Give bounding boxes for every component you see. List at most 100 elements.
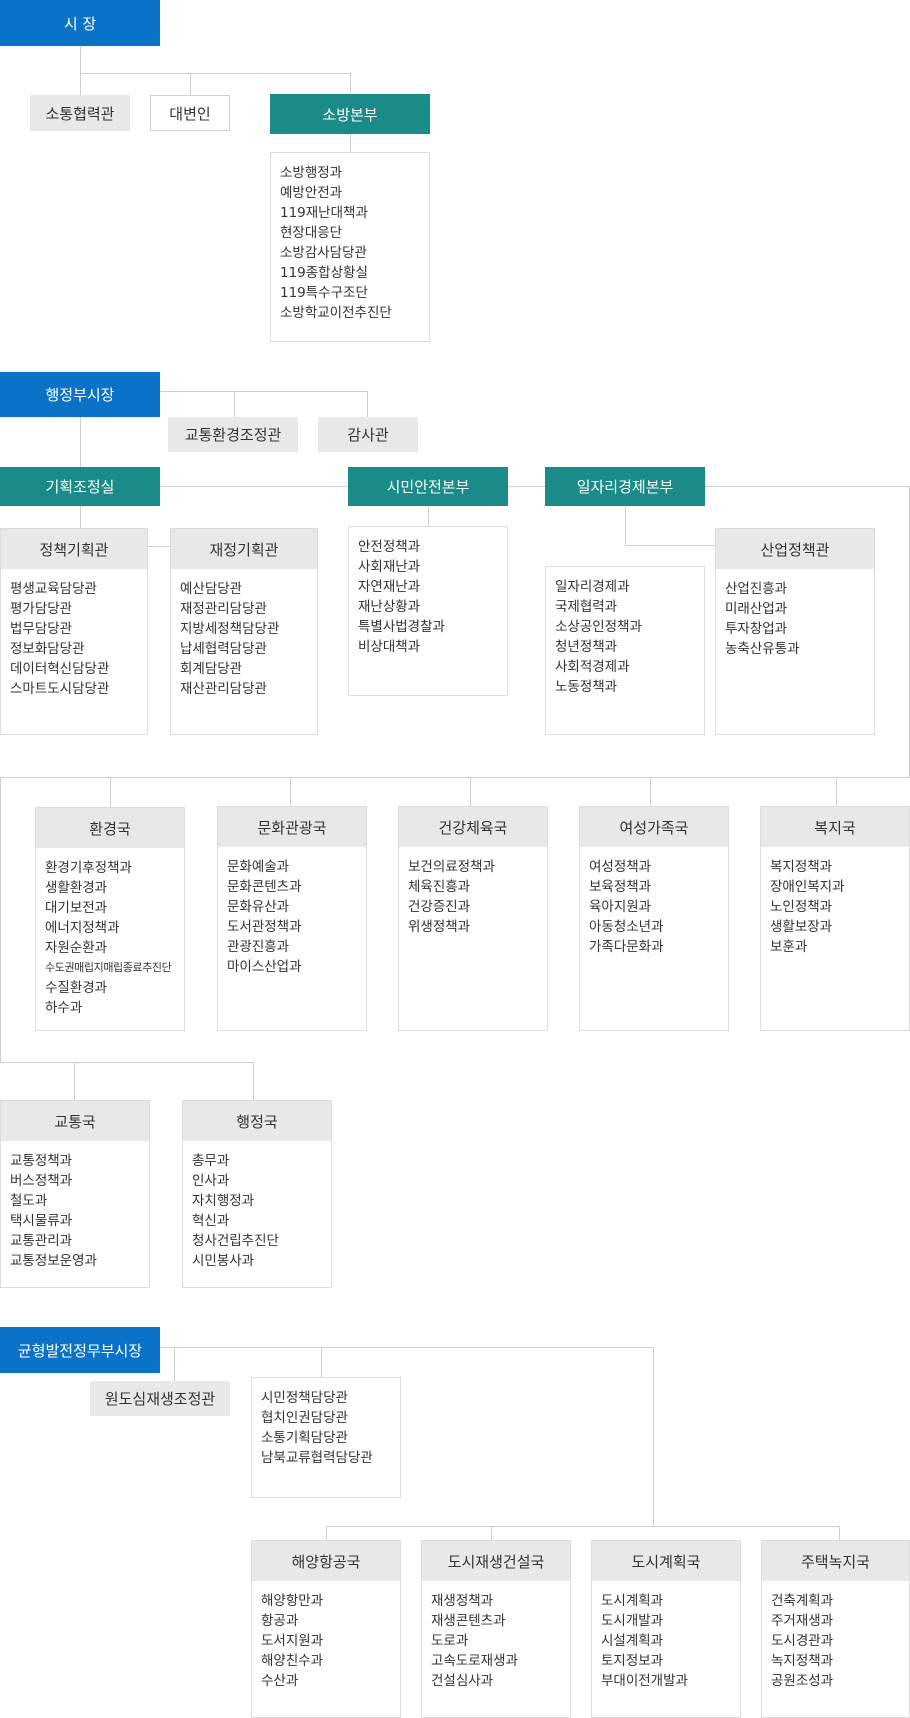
- list-item: 데이터혁신담당관: [10, 661, 110, 677]
- list-item: 도시경관과: [771, 1633, 834, 1649]
- list-item: 에너지정책과: [45, 920, 120, 936]
- list-item: 버스정책과: [10, 1173, 73, 1189]
- list-item: 농축산유통과: [725, 641, 800, 657]
- list-item: 문화콘텐츠과: [227, 879, 302, 895]
- list-item: 철도과: [10, 1193, 48, 1209]
- list-item: 환경기후정책과: [45, 860, 132, 876]
- culture-tourism-bureau-box: 문화관광국 문화예술과 문화콘텐츠과 문화유산과 도서관정책과 관광진흥과 마이…: [217, 806, 367, 1031]
- list-item: 문화예술과: [227, 859, 290, 875]
- list-item: 스마트도시담당관: [10, 681, 110, 697]
- list-item: 체육진흥과: [408, 879, 471, 895]
- jobs-economy-hq-header: 일자리경제본부: [545, 467, 705, 506]
- list-item: 자치행정과: [192, 1193, 255, 1209]
- list-item: 예산담당관: [180, 581, 243, 597]
- list-item: 평가담당관: [10, 601, 73, 617]
- list-item: 교통정보운영과: [10, 1253, 97, 1269]
- list-item: 소방감사담당관: [280, 245, 367, 261]
- finance-planning-title: 재정기획관: [171, 529, 317, 569]
- urban-planning-bureau-title: 도시계획국: [592, 1541, 740, 1581]
- list-item: 소상공인정책과: [555, 619, 642, 635]
- old-downtown-coordinator: 원도심재생조정관: [90, 1381, 230, 1416]
- jobs-economy-list: 일자리경제과 국제협력과 소상공인정책과 청년정책과 사회적경제과 노동정책과: [545, 566, 705, 735]
- list-item: 협치인권담당관: [261, 1410, 348, 1426]
- list-item: 생활환경과: [45, 880, 108, 896]
- list-item: 육아지원과: [589, 899, 652, 915]
- urban-planning-bureau-box: 도시계획국 도시계획과 도시개발과 시설계획과 토지정보과 부대이전개발과: [591, 1540, 741, 1718]
- list-item: 재정관리담당관: [180, 601, 267, 617]
- citizen-safety-hq-header: 시민안전본부: [348, 467, 508, 506]
- list-item: 하수과: [45, 1000, 83, 1016]
- planning-office-header: 기획조정실: [0, 467, 160, 506]
- transport-bureau-box: 교통국 교통정책과 버스정책과 철도과 택시물류과 교통관리과 교통정보운영과: [0, 1100, 150, 1288]
- traffic-env-coordinator: 교통환경조정관: [168, 417, 298, 452]
- culture-tourism-bureau-title: 문화관광국: [218, 807, 366, 847]
- women-family-bureau-box: 여성가족국 여성정책과 보육정책과 육아지원과 아동청소년과 가족다문화과: [579, 806, 729, 1031]
- industry-policy-title: 산업정책관: [716, 529, 874, 569]
- list-item: 해양항만과: [261, 1593, 324, 1609]
- list-item: 관광진흥과: [227, 939, 290, 955]
- fire-hq-header: 소방본부: [270, 94, 430, 134]
- list-item: 문화유산과: [227, 899, 290, 915]
- list-item: 시민봉사과: [192, 1253, 255, 1269]
- welfare-bureau-title: 복지국: [761, 807, 909, 847]
- list-item: 수도권매립지매립종료추진단: [45, 961, 172, 974]
- list-item: 투자창업과: [725, 621, 788, 637]
- environment-bureau-title: 환경국: [36, 808, 184, 848]
- list-item: 대기보전과: [45, 900, 108, 916]
- list-item: 해양친수과: [261, 1653, 324, 1669]
- urban-regen-bureau-title: 도시재생건설국: [422, 1541, 570, 1581]
- transport-bureau-title: 교통국: [1, 1101, 149, 1141]
- policy-planning-box: 정책기획관 평생교육담당관 평가담당관 법무담당관 정보화담당관 데이터혁신담당…: [0, 528, 148, 735]
- list-item: 특별사법경찰과: [358, 619, 445, 635]
- ocean-port-bureau-box: 해양항공국 해양항만과 항공과 도서지원과 해양친수과 수산과: [251, 1540, 401, 1718]
- mayor-header: 시 장: [0, 0, 160, 46]
- list-item: 119특수구조단: [280, 285, 368, 301]
- citizen-safety-list: 안전정책과 사회재난과 자연재난과 재난상황과 특별사법경찰과 비상대책과: [348, 526, 508, 696]
- list-item: 119재난대책과: [280, 205, 368, 221]
- list-item: 재생콘텐츠과: [431, 1613, 506, 1629]
- women-family-bureau-title: 여성가족국: [580, 807, 728, 847]
- list-item: 위생정책과: [408, 919, 471, 935]
- welfare-bureau-box: 복지국 복지정책과 장애인복지과 노인정책과 생활보장과 보훈과: [760, 806, 910, 1031]
- list-item: 청사건립추진단: [192, 1233, 279, 1249]
- health-sports-bureau-title: 건강체육국: [399, 807, 547, 847]
- fire-hq-list: 소방행정과 예방안전과 119재난대책과 현장대응단 소방감사담당관 119종합…: [270, 152, 430, 342]
- list-item: 부대이전개발과: [601, 1673, 688, 1689]
- list-item: 남북교류협력담당관: [261, 1450, 373, 1466]
- list-item: 보육정책과: [589, 879, 652, 895]
- list-item: 119종합상황실: [280, 265, 368, 281]
- list-item: 수질환경과: [45, 980, 108, 996]
- list-item: 평생교육담당관: [10, 581, 97, 597]
- list-item: 보훈과: [770, 939, 808, 955]
- list-item: 산업진흥과: [725, 581, 788, 597]
- list-item: 건설심사과: [431, 1673, 494, 1689]
- list-item: 녹지정책과: [771, 1653, 834, 1669]
- list-item: 납세협력담당관: [180, 641, 267, 657]
- list-item: 토지정보과: [601, 1653, 664, 1669]
- list-item: 현장대응단: [280, 225, 343, 241]
- list-item: 사회적경제과: [555, 659, 630, 675]
- list-item: 노동정책과: [555, 679, 618, 695]
- list-item: 시민정책담당관: [261, 1390, 348, 1406]
- list-item: 도시계획과: [601, 1593, 664, 1609]
- list-item: 항공과: [261, 1613, 299, 1629]
- list-item: 공원조성과: [771, 1673, 834, 1689]
- auditor: 감사관: [318, 417, 418, 452]
- admin-vice-mayor-header: 행정부시장: [0, 372, 160, 417]
- list-item: 보건의료정책과: [408, 859, 495, 875]
- ocean-port-bureau-title: 해양항공국: [252, 1541, 400, 1581]
- administration-bureau-title: 행정국: [183, 1101, 331, 1141]
- list-item: 도로과: [431, 1633, 469, 1649]
- list-item: 마이스산업과: [227, 959, 302, 975]
- list-item: 재산관리담당관: [180, 681, 267, 697]
- list-item: 수산과: [261, 1673, 299, 1689]
- list-item: 회계담당관: [180, 661, 243, 677]
- list-item: 노인정책과: [770, 899, 833, 915]
- list-item: 자연재난과: [358, 579, 421, 595]
- list-item: 주거재생과: [771, 1613, 834, 1629]
- list-item: 예방안전과: [280, 185, 343, 201]
- list-item: 시설계획과: [601, 1633, 664, 1649]
- list-item: 교통정책과: [10, 1153, 73, 1169]
- housing-green-bureau-box: 주택녹지국 건축계획과 주거재생과 도시경관과 녹지정책과 공원조성과: [761, 1540, 910, 1718]
- list-item: 미래산업과: [725, 601, 788, 617]
